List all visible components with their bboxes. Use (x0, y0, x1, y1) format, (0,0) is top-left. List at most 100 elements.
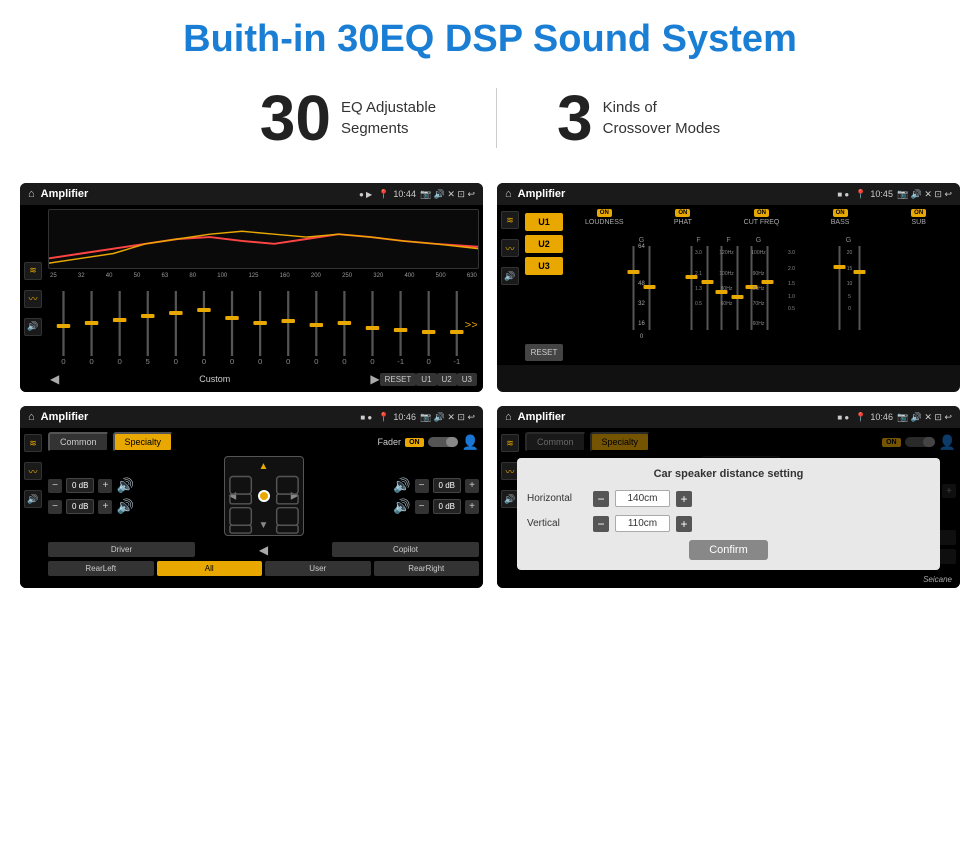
topbar-3-icons: 📍 10:46 📷 🔊 ✕ ⊡ ↩ (378, 412, 475, 423)
eq-freq-labels: 25 32 40 50 63 80 100 125 160 200 250 32… (48, 273, 479, 279)
svg-text:60Hz: 60Hz (753, 321, 765, 327)
sp-icon-3[interactable]: 🔊 (24, 490, 42, 508)
db-minus-tl[interactable]: − (48, 479, 62, 493)
screen-distance: ⌂ Amplifier ■ ● 📍 10:46 📷 🔊 ✕ ⊡ ↩ ≋ 〰 🔊 … (497, 406, 960, 588)
svg-text:0: 0 (286, 357, 290, 365)
svg-text:1.3: 1.3 (695, 286, 702, 292)
screen-eq: ⌂ Amplifier ● ▶ 📍 10:44 📷 🔊 ✕ ⊡ ↩ ≋ 〰 🔊 (20, 183, 483, 392)
ch-bass: ON BASS (803, 209, 878, 226)
ch-phat: ON PHAT (646, 209, 721, 226)
stat-eq-desc: EQ Adjustable Segments (341, 97, 436, 139)
eq-prev-btn[interactable]: ◀ (50, 372, 59, 386)
stat-eq: 30 EQ Adjustable Segments (200, 81, 496, 155)
ch-sub: ON SUB (881, 209, 956, 226)
speaker-diagram[interactable]: ▲ ◀ ▶ ▼ (224, 456, 304, 536)
rearright-btn[interactable]: RearRight (374, 561, 480, 576)
prev-icon[interactable]: ◀ (259, 543, 268, 557)
eq-preset-label: Custom (59, 374, 370, 384)
dist-specialty-tab[interactable]: Specialty (590, 432, 651, 452)
topbar-2-icons: 📍 10:45 📷 🔊 ✕ ⊡ ↩ (855, 189, 952, 200)
u1-crossover-btn[interactable]: U1 (525, 213, 563, 231)
svg-text:100Hz: 100Hz (719, 271, 734, 277)
db-control-bl: − 0 dB + 🔊 (48, 498, 220, 515)
svg-text:100Hz: 100Hz (751, 250, 766, 256)
vertical-plus-btn[interactable]: + (676, 516, 692, 532)
cross-icon-1[interactable]: ≋ (501, 211, 519, 229)
u3-crossover-btn[interactable]: U3 (525, 257, 563, 275)
u2-btn[interactable]: U2 (437, 373, 457, 386)
crossover-reset-btn[interactable]: RESET (525, 344, 563, 361)
dist-common-tab[interactable]: Common (525, 432, 586, 452)
svg-text:0: 0 (342, 357, 346, 365)
stats-row: 30 EQ Adjustable Segments 3 Kinds of Cro… (0, 71, 980, 173)
db-control-br: 🔊 − 0 dB + (393, 498, 479, 515)
vertical-minus-btn[interactable]: − (593, 516, 609, 532)
home-icon-2[interactable]: ⌂ (505, 188, 512, 200)
reset-btn[interactable]: RESET (380, 373, 417, 386)
common-tab[interactable]: Common (48, 432, 109, 452)
eq-bottom-bar: ◀ Custom ▶ RESET U1 U2 U3 (48, 368, 479, 388)
eq-icon-1[interactable]: ≋ (24, 262, 42, 280)
dot-icon-4: ■ ● (837, 413, 849, 422)
fader-on-badge: ON (405, 438, 424, 447)
eq-icon-3[interactable]: 🔊 (24, 318, 42, 336)
topbar-4-icons: 📍 10:46 📷 🔊 ✕ ⊡ ↩ (855, 412, 952, 423)
topbar-1-title: Amplifier (41, 188, 353, 200)
all-btn[interactable]: All (157, 561, 263, 576)
eq-next-btn[interactable]: ▶ (370, 372, 379, 386)
home-icon-4[interactable]: ⌂ (505, 411, 512, 423)
db-plus-tl[interactable]: + (98, 479, 112, 493)
db-plus-br[interactable]: + (465, 500, 479, 514)
svg-text:0: 0 (61, 357, 65, 365)
specialty-tab[interactable]: Specialty (113, 432, 174, 452)
svg-text:0: 0 (230, 357, 234, 365)
svg-text:2.0: 2.0 (788, 266, 795, 272)
svg-text:0: 0 (89, 357, 93, 365)
svg-text:0.5: 0.5 (695, 301, 702, 307)
topbar-4-time: 10:46 (870, 412, 893, 422)
horizontal-plus-btn[interactable]: + (676, 491, 692, 507)
copilot-btn[interactable]: Copilot (332, 542, 479, 557)
user-btn[interactable]: User (265, 561, 371, 576)
home-icon[interactable]: ⌂ (28, 188, 35, 200)
confirm-btn[interactable]: Confirm (689, 540, 768, 560)
dialog-title: Car speaker distance setting (527, 468, 930, 480)
svg-text:90Hz: 90Hz (753, 271, 765, 277)
stat-crossover: 3 Kinds of Crossover Modes (497, 81, 780, 155)
svg-text:0: 0 (202, 357, 206, 365)
svg-text:64: 64 (638, 244, 645, 250)
page-title: Buith-in 30EQ DSP Sound System (0, 0, 980, 71)
home-icon-3[interactable]: ⌂ (28, 411, 35, 423)
svg-text:-1: -1 (453, 357, 460, 365)
horizontal-minus-btn[interactable]: − (593, 491, 609, 507)
svg-text:3.0: 3.0 (695, 250, 702, 256)
rearleft-btn[interactable]: RearLeft (48, 561, 154, 576)
topbar-4: ⌂ Amplifier ■ ● 📍 10:46 📷 🔊 ✕ ⊡ ↩ (497, 406, 960, 428)
svg-text:>>: >> (465, 319, 477, 330)
u2-crossover-btn[interactable]: U2 (525, 235, 563, 253)
eq-icon-2[interactable]: 〰 (24, 290, 42, 308)
sp-icon-2[interactable]: 〰 (24, 462, 42, 480)
sp-icon-1[interactable]: ≋ (24, 434, 42, 452)
vertical-label: Vertical (527, 518, 587, 529)
dist-icon-1[interactable]: ≋ (501, 434, 519, 452)
cross-icon-3[interactable]: 🔊 (501, 267, 519, 285)
db-plus-tr[interactable]: + (465, 479, 479, 493)
ch-loudness: ON LOUDNESS (567, 209, 642, 226)
dot-icon-1: ● ▶ (359, 190, 372, 199)
db-minus-bl[interactable]: − (48, 500, 62, 514)
horizontal-row: Horizontal − 140cm + (527, 490, 930, 507)
db-minus-tr[interactable]: − (415, 479, 429, 493)
u3-btn[interactable]: U3 (457, 373, 477, 386)
u1-btn[interactable]: U1 (416, 373, 436, 386)
svg-text:G: G (846, 237, 851, 244)
svg-text:F: F (696, 237, 700, 244)
dist-fader-on: ON (882, 438, 901, 447)
db-minus-br[interactable]: − (415, 500, 429, 514)
driver-btn[interactable]: Driver (48, 542, 195, 557)
db-plus-bl[interactable]: + (98, 500, 112, 514)
svg-text:15: 15 (847, 266, 853, 272)
svg-text:0: 0 (174, 357, 178, 365)
cross-icon-2[interactable]: 〰 (501, 239, 519, 257)
topbar-3-title: Amplifier (41, 411, 355, 423)
